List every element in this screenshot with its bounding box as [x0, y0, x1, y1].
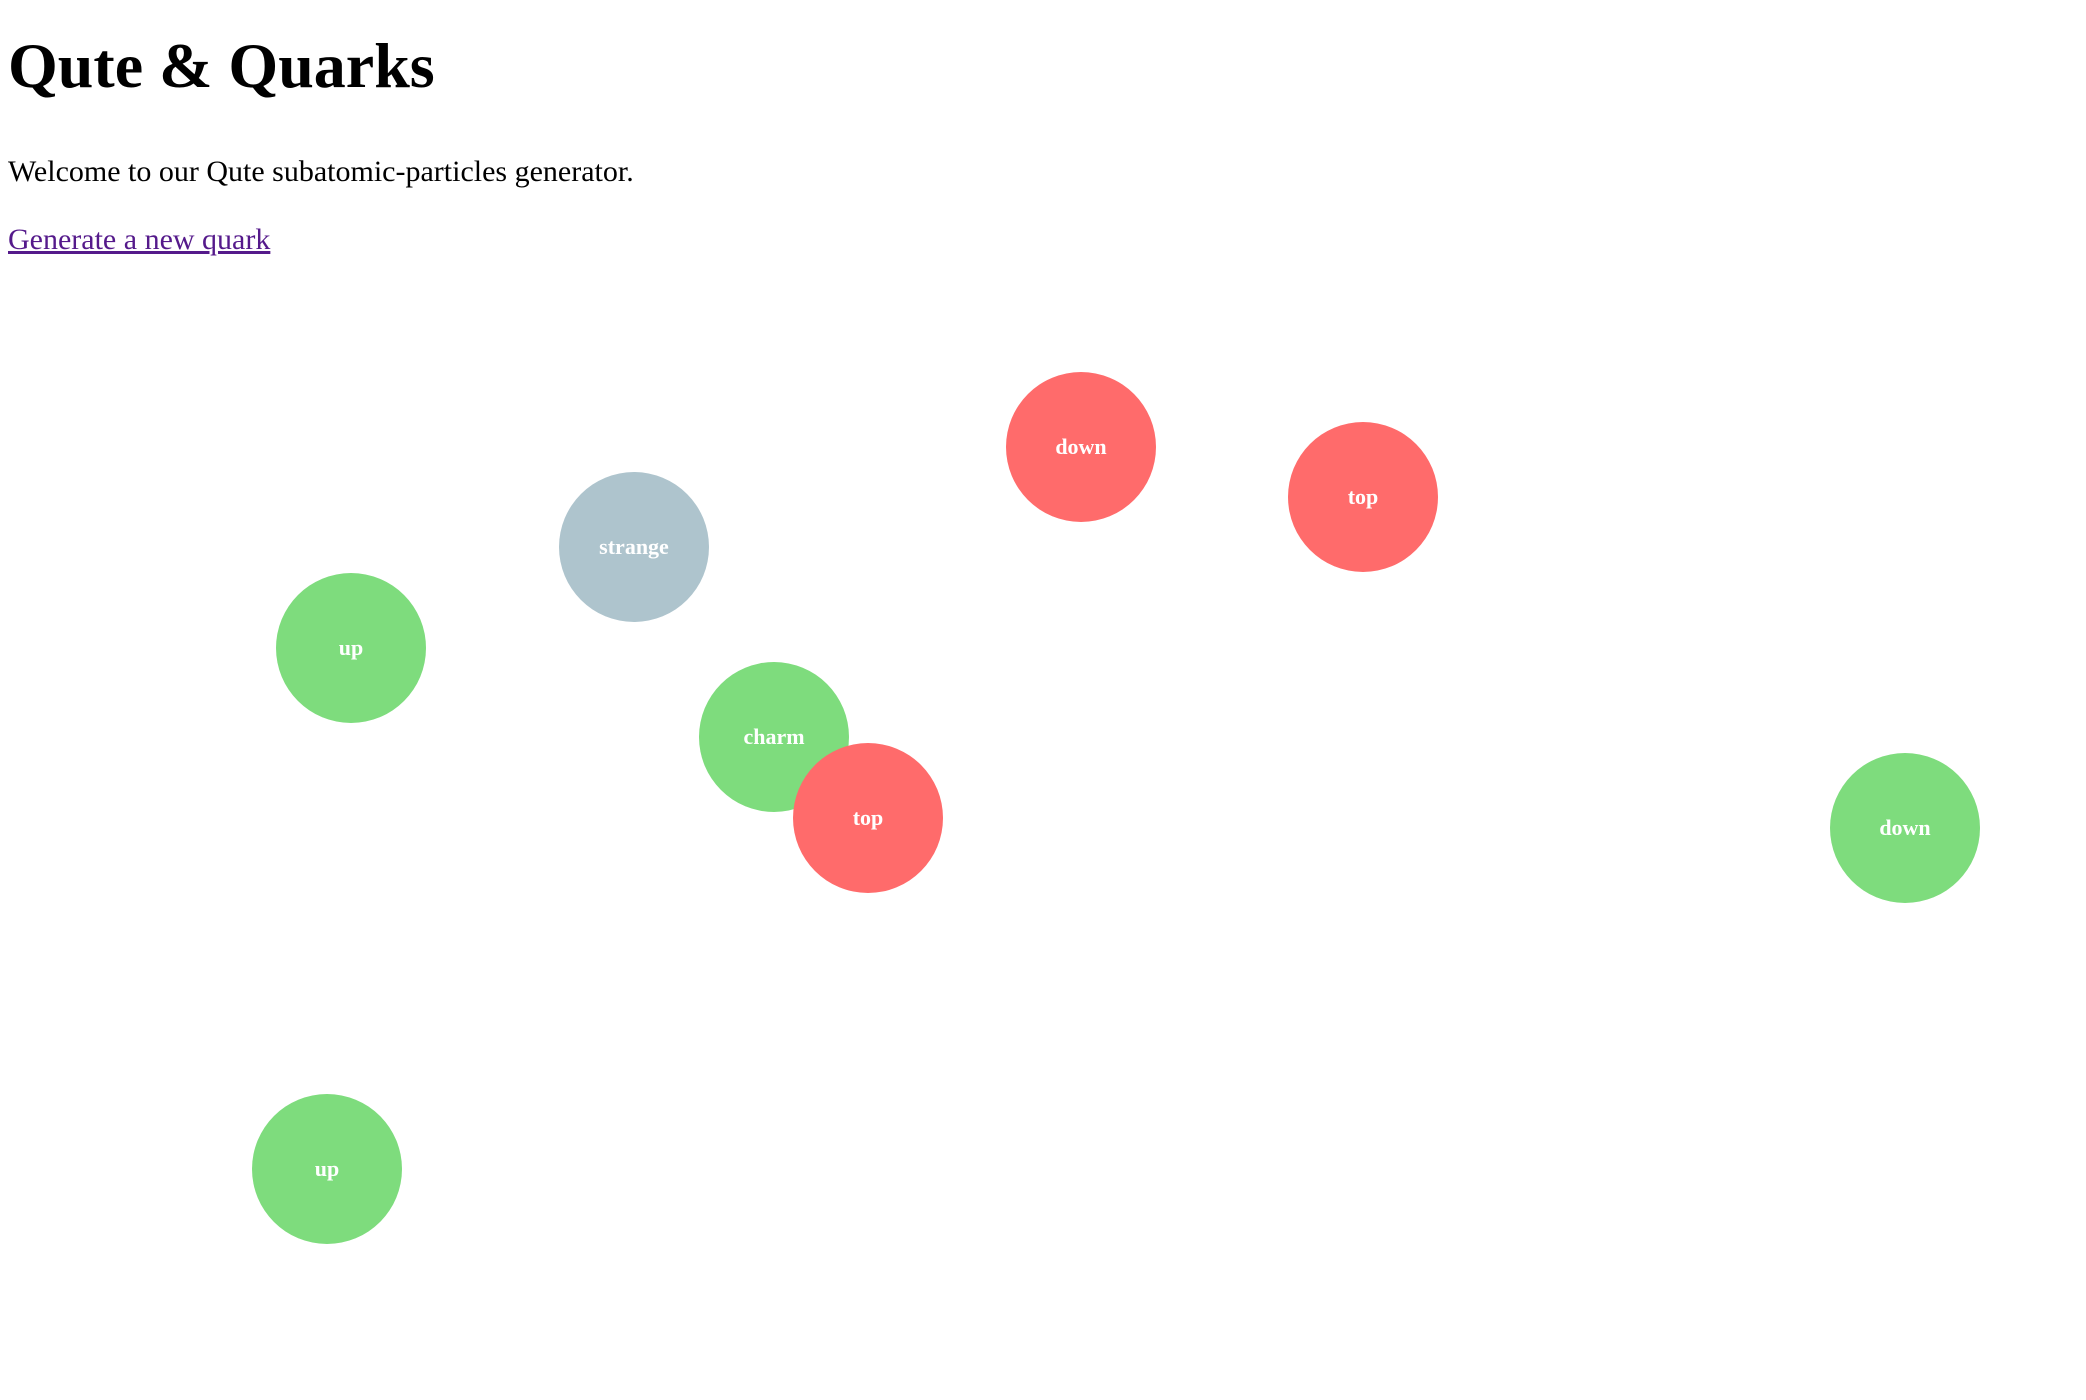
quark-up: up — [276, 573, 426, 723]
quark-label: strange — [599, 534, 669, 559]
quark-label: up — [314, 1156, 340, 1181]
generate-quark-link[interactable]: Generate a new quark — [8, 222, 270, 258]
quark-down: down — [1006, 372, 1156, 522]
quark-label: down — [1879, 815, 1931, 840]
quark-label: top — [1347, 484, 1379, 509]
page-title: Qute & Quarks — [8, 30, 435, 101]
quark-label: down — [1055, 434, 1107, 459]
quark-top: top — [793, 743, 943, 893]
quark-top: top — [1288, 422, 1438, 572]
quark-down: down — [1830, 753, 1980, 903]
intro-text: Welcome to our Qute subatomic-particles … — [8, 155, 634, 188]
quark-label: up — [338, 635, 364, 660]
quark-up: up — [252, 1094, 402, 1244]
quark-strange: strange — [559, 472, 709, 622]
quark-label: charm — [743, 724, 805, 749]
quark-label: top — [852, 805, 884, 830]
